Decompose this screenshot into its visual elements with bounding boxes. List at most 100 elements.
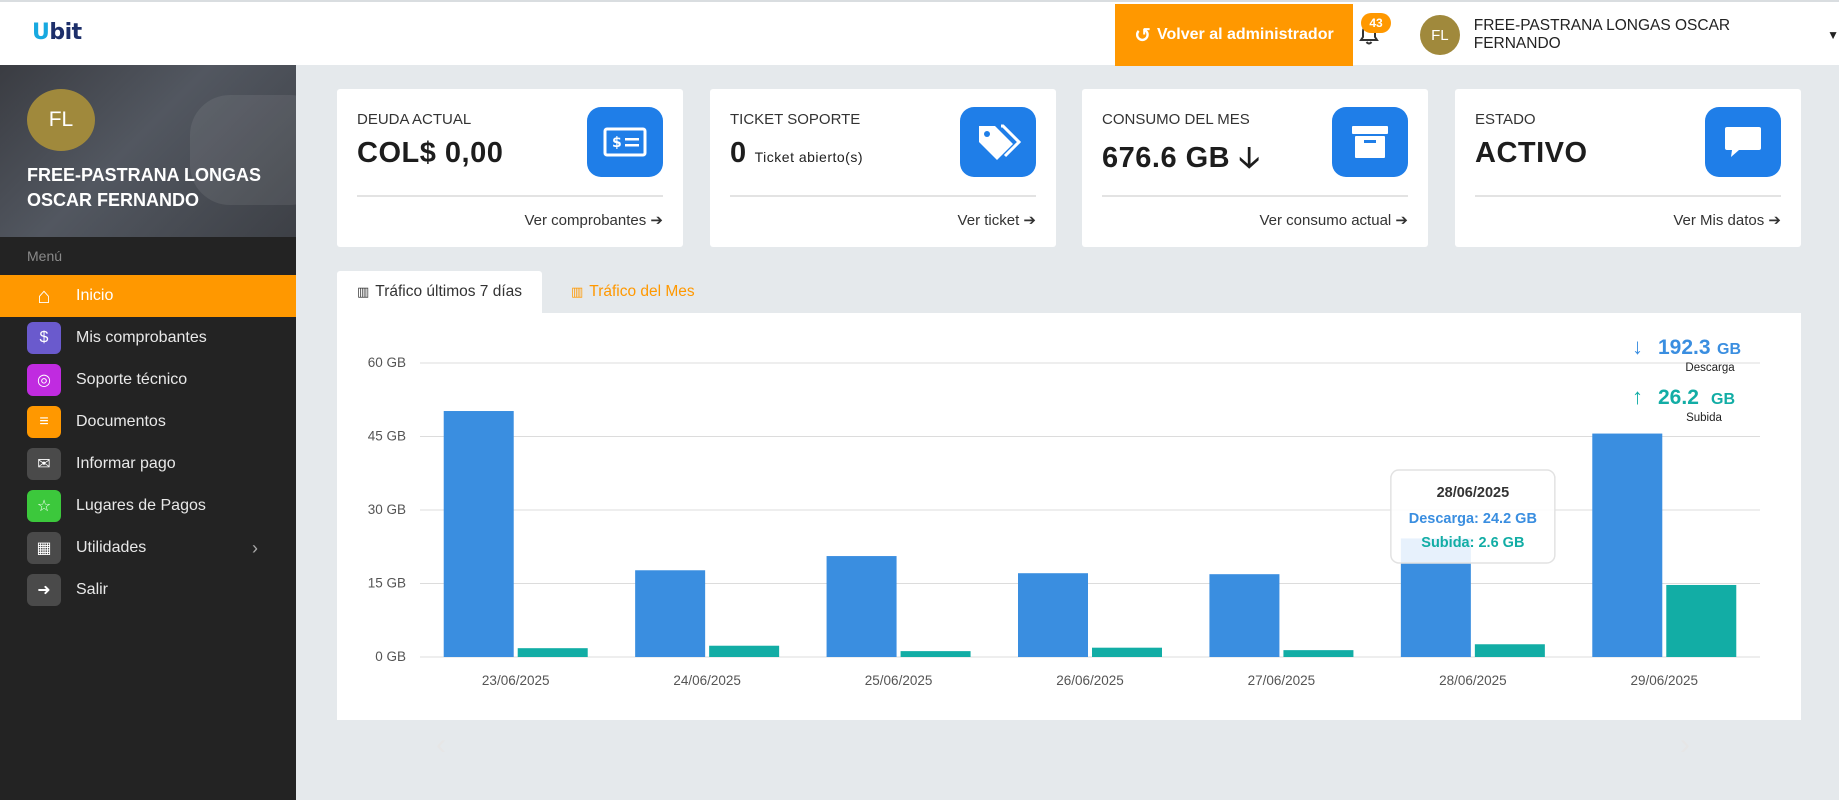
svg-text:$: $ <box>612 135 622 151</box>
notification-badge: 43 <box>1361 13 1391 33</box>
upload-arrow-icon: ↑ <box>1632 384 1643 409</box>
tooltip-date: 28/06/2025 <box>1437 485 1510 501</box>
x-tick-label: 27/06/2025 <box>1248 673 1316 688</box>
total-download-label: Descarga <box>1685 362 1735 374</box>
undo-icon: ↺ <box>1134 24 1152 47</box>
ver-mis-datos-link[interactable]: Ver Mis datos ➔ <box>1673 211 1781 229</box>
sidebar-item-label: Informar pago <box>76 455 176 472</box>
card-value: 676.6 GB 🡣 <box>1102 142 1261 174</box>
y-tick-label: 0 GB <box>375 649 406 664</box>
ver-consumo-actual-link[interactable]: Ver consumo actual ➔ <box>1260 211 1409 229</box>
ver-comprobantes-link[interactable]: Ver comprobantes ➔ <box>525 211 664 229</box>
total-download-value: 192.3 <box>1658 336 1711 359</box>
card-ticket-soporte: TICKET SOPORTE 0 Ticket abierto(s) Ver ti… <box>710 89 1056 247</box>
sidebar-item-lugares-pagos[interactable]: ☆ Lugares de Pagos <box>0 485 296 527</box>
divider <box>1102 195 1408 197</box>
avatar: FL <box>1420 15 1460 55</box>
tags-icon <box>960 107 1036 177</box>
chart-icon: ▥ <box>357 284 370 299</box>
sidebar-item-comprobantes[interactable]: $ Mis comprobantes <box>0 317 296 359</box>
chart-icon: ▥ <box>571 284 584 299</box>
total-upload-label: Subida <box>1686 412 1722 424</box>
money-bill-icon: $ <box>587 107 663 177</box>
bar-subida <box>1666 584 1737 657</box>
bar-subida <box>1092 647 1162 657</box>
ubit-logo[interactable]: Ubit <box>32 20 82 45</box>
logout-icon: ➜ <box>27 574 61 606</box>
tab-trafico-mes[interactable]: ▥ Tráfico del Mes <box>551 271 715 313</box>
tab-label: Tráfico del Mes <box>589 283 695 300</box>
toolbox-icon: ▦ <box>27 532 61 564</box>
archive-icon <box>1332 107 1408 177</box>
sidebar-item-salir[interactable]: ➜ Salir <box>0 569 296 611</box>
card-title: ESTADO <box>1475 111 1536 128</box>
lifebuoy-icon: ◎ <box>27 364 61 396</box>
sidebar-item-label: Inicio <box>76 287 114 304</box>
tooltip-download: Descarga: 24.2 GB <box>1409 511 1537 527</box>
ver-ticket-link[interactable]: Ver ticket ➔ <box>958 211 1036 229</box>
chevron-right-icon: › <box>252 537 258 558</box>
sidebar-item-label: Lugares de Pagos <box>76 497 206 514</box>
bar-descarga <box>635 570 706 657</box>
y-tick-label: 15 GB <box>368 576 406 591</box>
total-upload-value: 26.2 <box>1658 386 1699 409</box>
sidebar-item-inicio[interactable]: ⌂ Inicio <box>0 275 296 317</box>
carousel-next-icon[interactable]: › <box>1680 728 1690 762</box>
caret-down-icon: ▼ <box>1827 28 1839 42</box>
message-icon <box>1705 107 1781 177</box>
x-tick-label: 29/06/2025 <box>1630 673 1698 688</box>
invoice-icon: $ <box>27 322 61 354</box>
profile-avatar: FL <box>27 89 95 151</box>
user-name: FREE-PASTRANA LONGAS OSCAR FERNANDO <box>1473 17 1731 52</box>
document-icon: ≡ <box>27 406 61 438</box>
download-arrow-icon: ↓ <box>1632 334 1643 359</box>
user-menu[interactable]: FL FREE-PASTRANA LONGAS OSCAR FERNANDO ▼ <box>1420 15 1839 55</box>
x-tick-label: 23/06/2025 <box>482 673 550 688</box>
y-tick-label: 30 GB <box>368 502 406 517</box>
total-upload-unit: GB <box>1711 391 1735 408</box>
carousel-prev-icon[interactable]: ‹ <box>436 728 446 762</box>
arrow-right-icon: ➔ <box>1395 212 1408 229</box>
tab-trafico-7-dias[interactable]: ▥ Tráfico últimos 7 días <box>337 271 543 313</box>
back-to-admin-label: Volver al administrador <box>1157 26 1334 43</box>
bar-subida <box>1474 644 1545 657</box>
bar-subida <box>1283 650 1354 657</box>
divider <box>357 195 663 197</box>
profile-name: FREE-PASTRANA LONGAS OSCAR FERNANDO <box>27 165 261 210</box>
arrow-down-icon: 🡣 <box>1238 142 1261 174</box>
sidebar-menu: ⌂ Inicio $ Mis comprobantes ◎ Soporte té… <box>0 275 296 611</box>
tab-label: Tráfico últimos 7 días <box>375 283 523 300</box>
sidebar-item-soporte[interactable]: ◎ Soporte técnico <box>0 359 296 401</box>
card-estado: ESTADO ACTIVO Ver Mis datos ➔ <box>1455 89 1801 247</box>
total-download-unit: GB <box>1717 341 1741 358</box>
back-to-admin-button[interactable]: ↺ Volver al administrador <box>1115 4 1353 66</box>
traffic-chart-panel: 0 GB 15 GB 30 GB 45 GB 60 GB 23/06/2025 24/06/… <box>337 313 1801 720</box>
divider <box>730 195 1036 197</box>
home-icon: ⌂ <box>37 283 51 308</box>
sidebar-item-informar-pago[interactable]: ✉ Informar pago <box>0 443 296 485</box>
bar-subida <box>709 645 780 657</box>
bar-subida <box>900 651 971 657</box>
card-value: COL$ 0,00 <box>357 137 504 169</box>
sidebar: FL FREE-PASTRANA LONGAS OSCAR FERNANDO M… <box>0 65 296 800</box>
bar-descarga <box>1592 433 1663 657</box>
sidebar-item-documentos[interactable]: ≡ Documentos <box>0 401 296 443</box>
card-deuda-actual: DEUDA ACTUAL COL$ 0,00 $ Ver comprobante… <box>337 89 683 247</box>
sidebar-item-label: Utilidades <box>76 539 147 556</box>
card-value: ACTIVO <box>1475 137 1588 169</box>
arrow-right-icon: ➔ <box>1768 212 1781 229</box>
bar-descarga <box>1018 573 1088 657</box>
y-tick-label: 45 GB <box>368 429 406 444</box>
envelope-icon: ✉ <box>27 448 61 480</box>
bar-subida <box>517 648 588 657</box>
x-tick-label: 25/06/2025 <box>865 673 933 688</box>
tooltip-upload: Subida: 2.6 GB <box>1421 535 1524 551</box>
bar-descarga <box>1209 574 1280 657</box>
card-title: TICKET SOPORTE <box>730 111 861 128</box>
bar-descarga <box>443 411 514 657</box>
profile-header: FL FREE-PASTRANA LONGAS OSCAR FERNANDO <box>0 65 296 237</box>
x-tick-label: 26/06/2025 <box>1056 673 1124 688</box>
star-icon: ☆ <box>27 490 61 522</box>
sidebar-item-utilidades[interactable]: ▦ Utilidades › <box>0 527 296 569</box>
menu-label: Menú <box>27 248 63 264</box>
